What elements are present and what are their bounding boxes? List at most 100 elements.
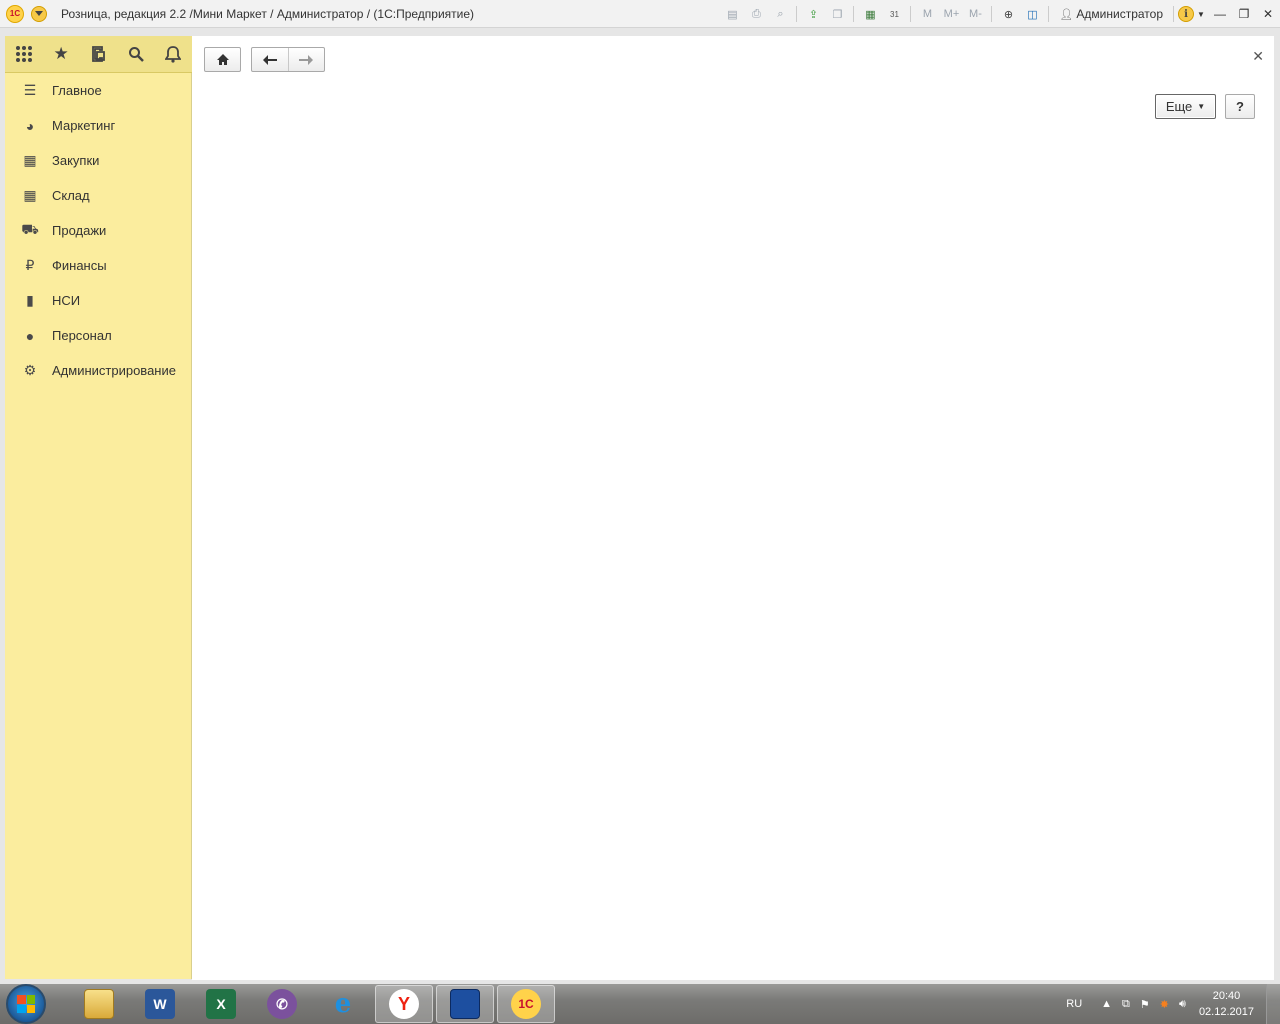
help-button[interactable]: ? [1225, 94, 1255, 119]
internet-explorer-icon: e [334, 989, 352, 1019]
taskbar-1c-enterprise[interactable]: 1С [497, 985, 555, 1023]
taskbar-save-app[interactable] [436, 985, 494, 1023]
show-desktop-button[interactable] [1266, 984, 1280, 1024]
start-button[interactable] [6, 984, 46, 1024]
sidebar-toolbar: ★ [5, 36, 192, 73]
sidebar-item-label: Продажи [52, 223, 107, 238]
sidebar-item-finance[interactable]: ₽ Финансы [5, 248, 191, 283]
arrow-right-icon [299, 54, 314, 65]
sidebar-item-label: Администрирование [52, 363, 176, 378]
calendar-icon[interactable]: 31 [884, 4, 904, 24]
sidebar-item-administration[interactable]: ⚙ Администрирование [5, 353, 191, 388]
sidebar: ☰ Главное ◕ Маркетинг ▦ Закупки ▦ Склад … [5, 73, 192, 979]
taskbar: W X ✆ e Y 1С RU ▲ ⧉ ⚑ ✸ 🔊︎ 20:40 02.12.2… [0, 984, 1280, 1024]
panels-icon[interactable]: ◫ [1022, 4, 1042, 24]
action-center-flag-icon[interactable]: ⚑ [1140, 998, 1150, 1011]
sidebar-item-purchases[interactable]: ▦ Закупки [5, 143, 191, 178]
volume-icon[interactable]: 🔊︎ [1179, 998, 1186, 1011]
show-hidden-icons-icon[interactable]: ▲ [1101, 998, 1112, 1010]
forward-button[interactable] [289, 48, 325, 71]
save-icon[interactable]: ▤ [722, 4, 742, 24]
sidebar-item-staff[interactable]: ● Персонал [5, 318, 191, 353]
print-icon[interactable]: ⎙ [746, 4, 766, 24]
taskbar-word[interactable]: W [131, 985, 189, 1023]
warehouse-grid-icon: ▦ [23, 187, 37, 203]
m-icon[interactable]: M [917, 4, 937, 24]
sidebar-item-label: Главное [52, 83, 102, 98]
info-icon[interactable]: i [1178, 6, 1194, 22]
bell-icon[interactable] [158, 39, 188, 69]
more-button[interactable]: Еще ▼ [1155, 94, 1216, 119]
yandex-browser-icon: Y [389, 989, 419, 1019]
sidebar-item-label: НСИ [52, 293, 81, 308]
taskbar-viber[interactable]: ✆ [253, 985, 311, 1023]
user-icon: 👤︎ [1059, 8, 1074, 21]
window-frame [0, 28, 1280, 36]
separator [1048, 6, 1050, 22]
basket-icon: ⛟ [21, 221, 39, 237]
sidebar-item-label: Персонал [52, 328, 112, 343]
taskbar-excel[interactable]: X [192, 985, 250, 1023]
language-indicator[interactable]: RU [1066, 998, 1082, 1010]
zoom-icon[interactable]: ⊕ [998, 4, 1018, 24]
sidebar-item-nsi[interactable]: ▮ НСИ [5, 283, 191, 318]
copy-icon[interactable]: ❐ [827, 4, 847, 24]
history-icon[interactable] [83, 39, 113, 69]
minimize-icon[interactable]: — [1208, 4, 1232, 24]
window-frame [1274, 28, 1280, 980]
calculator-icon[interactable]: ▦ [860, 4, 880, 24]
books-icon: ▮ [26, 292, 34, 308]
clock-date: 02.12.2017 [1198, 1006, 1254, 1018]
word-icon: W [145, 989, 175, 1019]
separator [796, 6, 798, 22]
pie-chart-icon: ◕ [25, 117, 35, 134]
taskbar-yandex-browser[interactable]: Y [375, 985, 433, 1023]
back-button[interactable] [252, 48, 289, 71]
floppy-disk-icon [450, 989, 480, 1019]
m-minus-icon[interactable]: M- [965, 4, 985, 24]
more-button-label: Еще [1165, 99, 1193, 114]
m-plus-icon[interactable]: M+ [941, 4, 961, 24]
clock-time: 20:40 [1212, 990, 1241, 1002]
sidebar-item-sales[interactable]: ⛟ Продажи [5, 213, 191, 248]
gear-icon: ⚙ [23, 362, 37, 378]
chevron-down-icon: ▼ [1197, 102, 1206, 111]
close-icon[interactable]: ✕ [1252, 48, 1264, 65]
person-icon: ● [25, 327, 35, 344]
main-menu-dropdown-icon[interactable] [31, 5, 47, 22]
separator [991, 6, 993, 22]
upload-icon[interactable]: ⇪ [803, 4, 823, 24]
close-window-icon[interactable]: ✕ [1256, 4, 1280, 24]
chevron-down-icon[interactable]: ▼ [1194, 4, 1208, 24]
user-menu[interactable]: 👤︎ Администратор [1059, 7, 1163, 21]
preview-icon[interactable]: ⌕ [770, 4, 790, 24]
sidebar-item-main[interactable]: ☰ Главное [5, 73, 191, 108]
separator [853, 6, 855, 22]
sidebar-item-label: Маркетинг [52, 118, 116, 133]
sidebar-item-marketing[interactable]: ◕ Маркетинг [5, 108, 191, 143]
sidebar-item-label: Склад [52, 188, 90, 203]
taskbar-explorer[interactable] [70, 985, 128, 1023]
system-tray: RU ▲ ⧉ ⚑ ✸ 🔊︎ 20:40 02.12.2017 [1066, 984, 1280, 1024]
windows-logo-icon [17, 995, 35, 1013]
clock[interactable]: 20:40 02.12.2017 [1199, 988, 1254, 1020]
window-title: Розница, редакция 2.2 /Мини Маркет / Адм… [61, 6, 475, 21]
1c-logo-icon[interactable]: 1С [6, 4, 24, 23]
user-name: Администратор [1076, 7, 1163, 21]
network-icon[interactable]: ⧉ [1122, 998, 1130, 1011]
taskbar-internet-explorer[interactable]: e [314, 985, 372, 1023]
arrow-left-icon [262, 54, 277, 65]
viber-icon: ✆ [267, 989, 297, 1019]
restore-icon[interactable]: ❐ [1232, 4, 1256, 24]
sidebar-item-warehouse[interactable]: ▦ Склад [5, 178, 191, 213]
home-icon [216, 54, 229, 65]
cart-icon: ▦ [23, 152, 37, 168]
search-icon[interactable] [121, 39, 151, 69]
ruble-icon: ₽ [25, 257, 35, 273]
favorites-star-icon[interactable]: ★ [46, 39, 76, 69]
main-area: ✕ Еще ▼ ? [192, 36, 1274, 980]
avast-icon[interactable]: ✸ [1160, 998, 1169, 1011]
apps-grid-icon[interactable] [9, 39, 39, 69]
sidebar-item-label: Финансы [52, 258, 107, 273]
home-button[interactable] [204, 47, 241, 72]
